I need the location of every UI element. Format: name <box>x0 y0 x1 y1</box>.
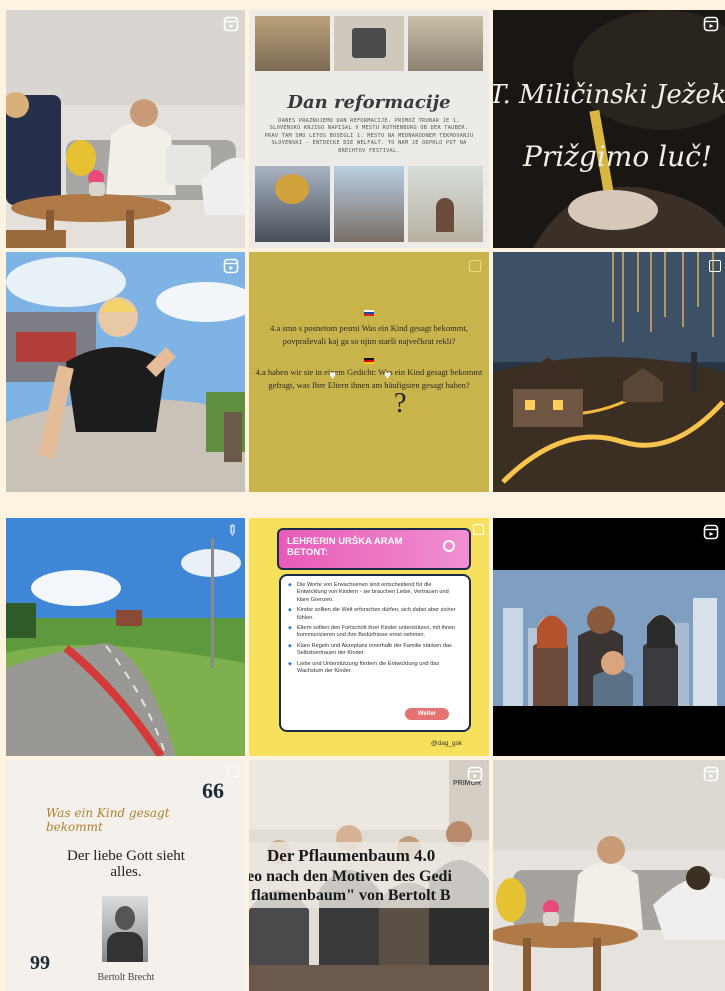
reel-icon <box>223 258 239 274</box>
post-title: Dan reformacije <box>287 92 451 113</box>
header-title: LEHRERIN URŠKA ARAM BETONT: <box>287 536 403 558</box>
reel-icon <box>467 766 483 782</box>
quote-text: Der liebe Gott sieht alles. <box>67 848 185 880</box>
slovenia-flag-icon <box>364 310 374 316</box>
sofa-photo <box>493 760 725 991</box>
reel-icon <box>223 16 239 32</box>
post-tile-1[interactable] <box>6 10 245 248</box>
author-name: Bertolt Brecht <box>97 972 155 983</box>
bullet-list: ◆ Die Worte von Erwachsenen sind entschei… <box>281 576 469 675</box>
post-script-title: Was ein Kind gesagt bekommt <box>46 806 170 834</box>
road-photo <box>6 518 245 756</box>
portrait-photo <box>102 896 148 962</box>
walking-photo <box>6 252 245 492</box>
bullet-item: ◆ Eltern sollten den Fortschritt ihrer Ki… <box>288 625 461 640</box>
close-quote: 99 <box>30 952 50 974</box>
photo-group-2 <box>408 16 483 71</box>
night-village-illustration <box>493 252 725 492</box>
bullet-text: Eltern sollten den Fortschritt ihrer Kin… <box>297 625 456 639</box>
reel-title: Der Pflaumenbaum 4.0 <box>267 846 436 865</box>
candle-photo <box>493 10 725 248</box>
photo-group-3 <box>255 166 330 242</box>
title-line-2: Prižgimo luč! <box>523 140 713 173</box>
post-tile-6[interactable] <box>493 252 725 492</box>
heart-icon: ♥ <box>329 368 337 382</box>
bullet-diamond-icon: ◆ <box>288 582 292 588</box>
reel-icon <box>703 524 719 540</box>
carousel-icon <box>473 524 484 535</box>
bullet-item: ◆ Klare Regeln und Akzeptanz innerhalb de… <box>288 642 461 658</box>
reel-subtitle-1: eo nach den Motiven des Gedi <box>249 868 452 885</box>
plaque-photo <box>334 16 404 71</box>
post-tile-8[interactable]: LEHRERIN URŠKA ARAM BETONT: ◆ Die Worte v… <box>249 518 489 756</box>
heart-icon: ♥ <box>384 368 392 382</box>
post-tile-12[interactable] <box>493 760 725 991</box>
germany-flag-icon <box>364 358 374 364</box>
question-german: 4.a haben wir sie in einem Gedicht: Was … <box>255 367 483 390</box>
bullet-text: Klare Regeln und Akzeptanz innerhalb der… <box>297 642 452 657</box>
bullet-item: ◆ Liebe und Unterstützung fördern die Ent… <box>288 660 461 676</box>
reel-icon <box>703 766 719 782</box>
carousel-icon <box>469 260 481 272</box>
account-handle: @dag_gsk <box>431 740 463 747</box>
group-illustration <box>493 518 725 756</box>
carousel-icon <box>228 766 239 777</box>
question-slovene: 4.a smo s posnetom pesmi Was ein Kind ge… <box>270 323 468 346</box>
bullet-diamond-icon: ◆ <box>288 607 292 614</box>
bullet-item: ◆ Die Worte von Erwachsenen sind entschei… <box>288 582 461 604</box>
bullet-diamond-icon: ◆ <box>288 642 292 649</box>
church-photo <box>408 166 483 242</box>
question-mark: ? <box>394 388 407 419</box>
living-room-photo <box>6 10 245 248</box>
post-tile-4[interactable] <box>6 252 245 492</box>
carousel-icon <box>709 260 721 272</box>
post-tile-10[interactable]: 66 Was ein Kind gesagt bekommt Der liebe… <box>6 760 245 991</box>
reel-subtitle-2: flaumenbaum" von Bertolt B <box>251 887 451 904</box>
search-icon <box>443 540 455 552</box>
post-tile-3[interactable]: T. Miličinski Ježek Prižgimo luč! <box>493 10 725 248</box>
bullet-diamond-icon: ◆ <box>288 660 292 667</box>
post-body: DANES PRAZNUJEMO DAN REFORMACIJE. PRIMOŽ… <box>264 118 474 154</box>
content-card: ◆ Die Worte von Erwachsenen sind entschei… <box>279 574 471 732</box>
post-tile-7[interactable]: ✎ <box>6 518 245 756</box>
old-town-photo <box>334 166 404 242</box>
post-tile-11[interactable]: Der Pflaumenbaum 4.0 eo nach den Motiven… <box>249 760 489 991</box>
bullet-diamond-icon: ◆ <box>288 625 292 632</box>
post-tile-9[interactable] <box>493 518 725 756</box>
open-quote: 66 <box>202 778 224 803</box>
post-tile-2[interactable]: Dan reformacije DANES PRAZNUJEMO DAN REF… <box>249 10 489 248</box>
title-line-1: T. Miličinski Ježek <box>493 80 725 110</box>
weiter-button[interactable]: Weiter <box>405 708 449 720</box>
post-tile-5[interactable]: 4.a smo s posnetom pesmi Was ein Kind ge… <box>249 252 489 492</box>
reel-icon <box>703 16 719 32</box>
bullet-text: Die Worte von Erwachsenen sind entscheid… <box>297 582 449 603</box>
header-box: LEHRERIN URŠKA ARAM BETONT: <box>277 528 471 570</box>
bullet-text: Liebe und Unterstützung fördern die Entw… <box>297 660 440 675</box>
bullet-item: ◆ Kinder sollten die Welt erforschen dürf… <box>288 607 461 622</box>
photo-group-1 <box>255 16 330 71</box>
bullet-text: Kinder sollten die Welt erforschen dürfe… <box>297 607 456 621</box>
